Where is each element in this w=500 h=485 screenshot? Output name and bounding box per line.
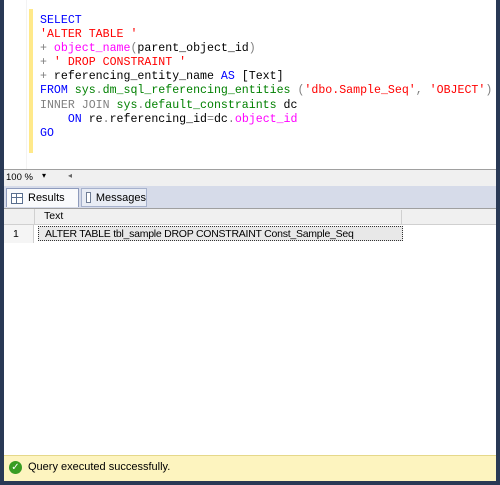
query-editor[interactable]: SELECT 'ALTER TABLE ' + object_name(parent… [4, 0, 496, 169]
code-token: FROM [40, 84, 75, 98]
code-line[interactable]: + referencing_entity_name AS [Text] [40, 70, 496, 84]
code-line[interactable]: INNER JOIN sys.default_constraints dc [40, 99, 496, 113]
scroll-left-icon[interactable]: ◂ [68, 171, 72, 180]
code-token: object_name [53, 42, 131, 56]
tab-messages[interactable]: Messages [81, 188, 147, 207]
code-token: re [88, 112, 103, 126]
code-token: + [40, 56, 54, 70]
tab-messages-label: Messages [95, 191, 146, 204]
code-token: 'OBJECT' [429, 84, 486, 98]
code-token: parent_object_id [137, 42, 249, 56]
code-token: INNER JOIN [40, 98, 117, 112]
code-line[interactable]: 'ALTER TABLE ' [40, 28, 496, 42]
grid-corner[interactable] [4, 209, 35, 224]
query-window: SELECT 'ALTER TABLE ' + object_name(parent… [4, 0, 496, 481]
table-row: 1 ALTER TABLE tbl_sample DROP CONSTRAINT… [4, 225, 496, 243]
tab-results[interactable]: Results [6, 188, 79, 207]
code-line[interactable]: GO [40, 127, 496, 141]
code-token: GO [40, 126, 54, 140]
row-number[interactable]: 1 [4, 225, 34, 243]
code-token: dc [283, 98, 298, 112]
checkmark-icon: ✓ [9, 461, 22, 474]
code-token: 'ALTER TABLE ' [40, 28, 138, 42]
code-token: default_constraints [144, 98, 284, 112]
grid-icon [11, 192, 23, 204]
code-token: ' DROP CONSTRAINT ' [53, 56, 187, 70]
code-token: sys [116, 98, 138, 112]
code-token: . [95, 84, 103, 98]
code-token: + [40, 70, 54, 84]
code-line[interactable]: + ' DROP CONSTRAINT ' [40, 56, 496, 70]
grid-header: Text [4, 209, 496, 225]
zoom-level[interactable]: 100 % [6, 172, 33, 183]
zoom-bar: 100 % ▾ ◂ [4, 169, 496, 187]
code-line[interactable]: FROM sys.dm_sql_referencing_entities ('d… [40, 84, 496, 98]
editor-margin [4, 0, 27, 169]
zoom-dropdown-icon[interactable]: ▾ [42, 171, 46, 180]
status-text: Query executed successfully. [28, 461, 171, 473]
code-token: . [102, 112, 110, 126]
code-token: , [415, 84, 430, 98]
code-token: ) [248, 42, 256, 56]
results-grid: Text 1 ALTER TABLE tbl_sample DROP CONST… [4, 208, 496, 456]
code-line[interactable]: SELECT [40, 14, 496, 28]
column-header-text[interactable]: Text [35, 210, 402, 224]
result-cell[interactable]: ALTER TABLE tbl_sample DROP CONSTRAINT C… [38, 226, 403, 241]
code-token: object_id [234, 112, 298, 126]
code-token: = [207, 112, 214, 126]
code-token: + [40, 42, 54, 56]
code-token: ON [40, 112, 89, 126]
code-token: referencing_id [109, 112, 207, 126]
code-token: 'dbo.Sample_Seq' [304, 84, 416, 98]
code-token: AS [220, 70, 242, 84]
code-token: referencing_entity_name [53, 70, 221, 84]
tab-results-label: Results [28, 192, 65, 204]
messages-icon [86, 192, 91, 203]
code-token: SELECT [40, 14, 82, 27]
sql-code[interactable]: SELECT 'ALTER TABLE ' + object_name(parent… [40, 14, 496, 141]
code-token: ) [485, 84, 493, 98]
code-token: dm_sql_referencing_entities [102, 84, 298, 98]
status-bar: ✓ Query executed successfully. [4, 455, 496, 481]
results-tabs: Results Messages [4, 186, 496, 208]
code-token: dc [213, 112, 228, 126]
code-token: . [227, 112, 235, 126]
code-line[interactable]: + object_name(parent_object_id) [40, 42, 496, 56]
change-tracking-bar [29, 9, 33, 153]
code-token: sys [74, 84, 96, 98]
code-line[interactable]: ON re.referencing_id=dc.object_id [40, 113, 496, 127]
code-token: [Text] [241, 70, 284, 84]
